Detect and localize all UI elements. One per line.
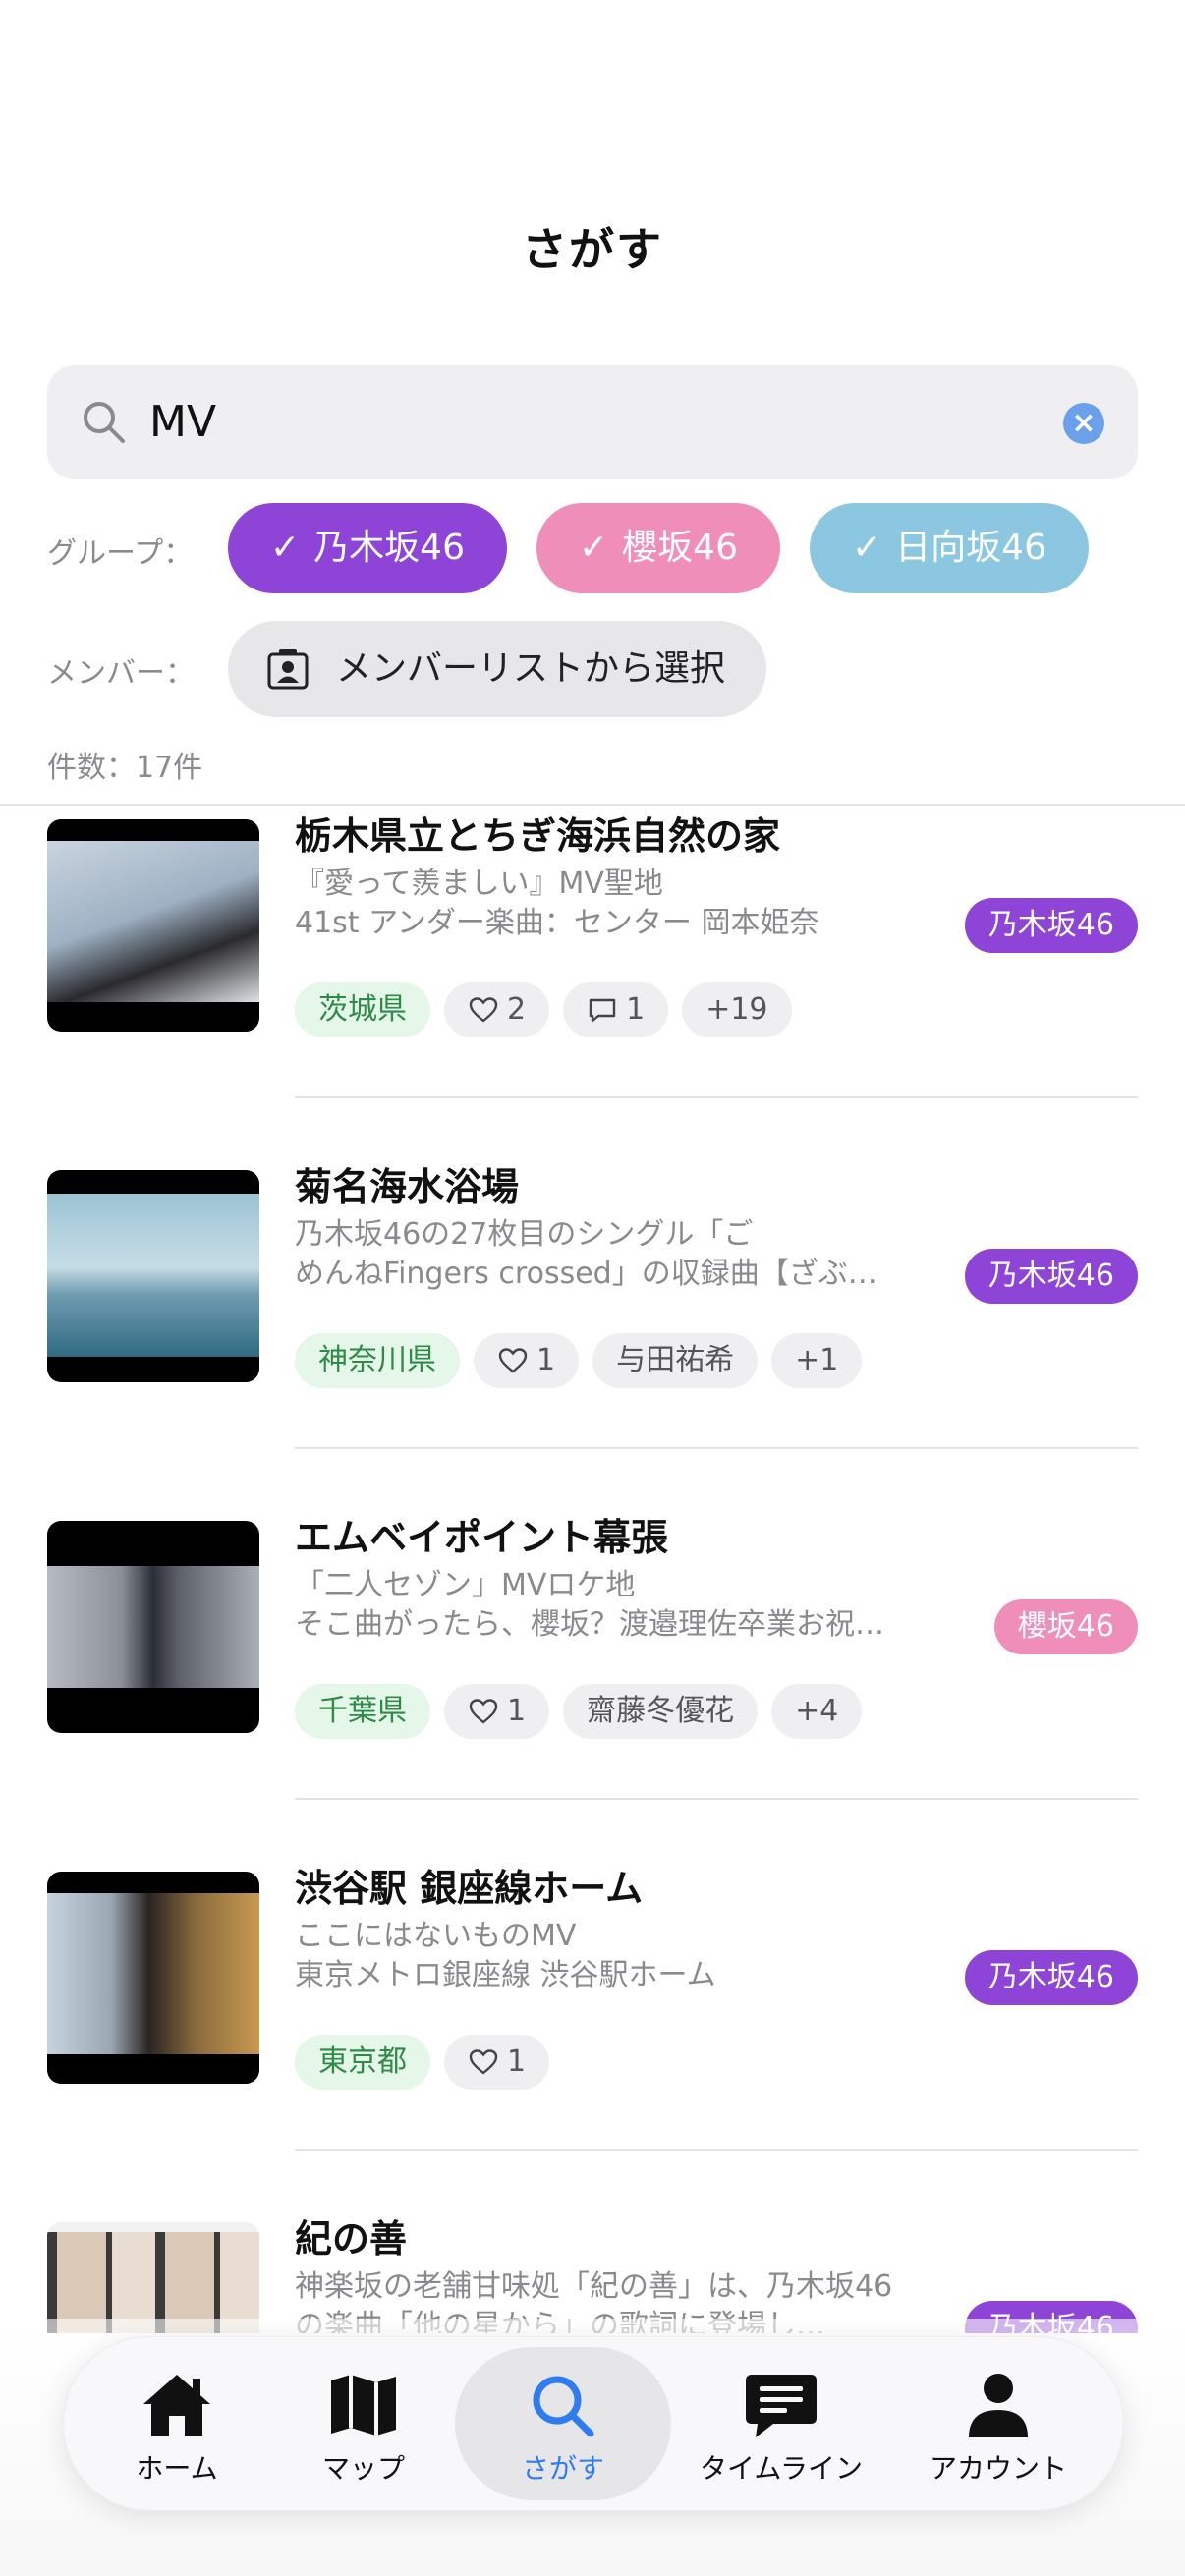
- group-badge: 乃木坂46: [964, 1249, 1138, 1304]
- more-members-tag[interactable]: +1: [771, 1333, 863, 1388]
- location-thumbnail: [47, 1521, 259, 1733]
- group-chip-sakurazaka[interactable]: ✓ 櫻坂46: [536, 503, 780, 593]
- like-count[interactable]: 2: [444, 982, 550, 1037]
- location-description: ここにはないものMV 東京メトロ銀座線 渋谷駅ホーム: [295, 1919, 716, 1992]
- member-list-button[interactable]: メンバーリストから選択: [228, 621, 766, 717]
- tab-timeline[interactable]: タイムライン: [683, 2337, 879, 2510]
- more-members-tag[interactable]: +4: [771, 1684, 863, 1739]
- prefecture-tag: 東京都: [295, 2035, 430, 2090]
- map-icon: [331, 2375, 396, 2436]
- more-members-tag[interactable]: +19: [682, 982, 792, 1037]
- chat-icon: [746, 2375, 817, 2437]
- group-badge: 櫻坂46: [993, 1599, 1138, 1654]
- location-name: 菊名海水浴場: [295, 1165, 520, 1208]
- heart-icon: [469, 997, 498, 1023]
- person-icon: [969, 2374, 1028, 2437]
- tab-home[interactable]: ホーム: [103, 2337, 251, 2510]
- group-chip-hinatazaka[interactable]: ✓ 日向坂46: [810, 503, 1089, 593]
- list-item[interactable]: 渋谷駅 銀座線ホーム ここにはないものMV 東京メトロ銀座線 渋谷駅ホーム 乃木…: [0, 1858, 1185, 2209]
- result-count: 件数：17件: [47, 751, 203, 785]
- like-count[interactable]: 1: [474, 1333, 580, 1388]
- member-filter-label: メンバー：: [47, 656, 195, 691]
- tab-map[interactable]: マップ: [290, 2337, 437, 2510]
- check-icon: ✓: [579, 528, 609, 568]
- bottom-tab-bar: ホーム マップ さがす タイムライン アカウント: [63, 2336, 1124, 2511]
- tab-account[interactable]: アカウント: [905, 2337, 1092, 2510]
- location-name: 渋谷駅 銀座線ホーム: [295, 1867, 644, 1910]
- prefecture-tag: 茨城県: [295, 982, 430, 1037]
- location-thumbnail: [47, 2222, 259, 2333]
- search-value: MV: [149, 397, 217, 447]
- divider: [295, 1096, 1138, 1098]
- comment-count[interactable]: 1: [563, 982, 669, 1037]
- like-count[interactable]: 1: [444, 2035, 550, 2090]
- divider: [295, 1798, 1138, 1800]
- divider: [295, 2149, 1138, 2151]
- home-icon: [143, 2375, 210, 2436]
- member-tag[interactable]: 与田祐希: [592, 1333, 759, 1388]
- location-thumbnail: [47, 1872, 259, 2084]
- search-icon: [533, 2376, 594, 2437]
- list-item[interactable]: 紀の善 神楽坂の老舗甘味処「紀の善」は、乃木坂46 の楽曲「他の星から」の歌詞に…: [0, 2209, 1185, 2333]
- divider: [295, 1447, 1138, 1449]
- prefecture-tag: 神奈川県: [295, 1333, 460, 1388]
- group-badge: 乃木坂46: [964, 1950, 1138, 2005]
- comment-icon: [589, 998, 616, 1023]
- list-item[interactable]: 菊名海水浴場 乃木坂46の27枚目のシングル「ご めんねFingers cros…: [0, 1156, 1185, 1507]
- results-list[interactable]: 栃木県立とちぎ海浜自然の家 『愛って羨ましい』MV聖地 41st アンダー楽曲：…: [0, 806, 1185, 2333]
- location-name: 紀の善: [295, 2217, 408, 2261]
- location-description: 乃木坂46の27枚目のシングル「ご めんねFingers crossed」の収録…: [295, 1217, 877, 1291]
- search-input[interactable]: MV ×: [47, 365, 1138, 479]
- search-icon: [84, 402, 125, 443]
- page-title: さがす: [522, 223, 663, 276]
- group-chip-nogizaka[interactable]: ✓ 乃木坂46: [228, 503, 507, 593]
- tab-search[interactable]: さがす: [455, 2337, 671, 2510]
- location-name: 栃木県立とちぎ海浜自然の家: [295, 814, 781, 858]
- heart-icon: [498, 1348, 528, 1373]
- location-thumbnail: [47, 819, 259, 1032]
- list-item[interactable]: 栃木県立とちぎ海浜自然の家 『愛って羨ましい』MV聖地 41st アンダー楽曲：…: [0, 806, 1185, 1156]
- list-item[interactable]: エムベイポイント幕張 「二人セゾン」MVロケ地 そこ曲がったら、櫻坂？渡邉理佐卒…: [0, 1507, 1185, 1858]
- group-filter-label: グループ：: [47, 536, 194, 571]
- check-icon: ✓: [852, 528, 882, 568]
- location-thumbnail: [47, 1170, 259, 1382]
- member-list-icon: [267, 649, 309, 690]
- location-description: 『愛って羨ましい』MV聖地 41st アンダー楽曲：センター 岡本姫奈: [295, 867, 819, 940]
- member-tag[interactable]: 齋藤冬優花: [563, 1684, 759, 1739]
- heart-icon: [469, 1699, 498, 1724]
- like-count[interactable]: 1: [444, 1684, 550, 1739]
- location-description: 「二人セゾン」MVロケ地 そこ曲がったら、櫻坂？渡邉理佐卒業お祝い…: [295, 1568, 904, 1642]
- clear-search-icon[interactable]: ×: [1063, 403, 1104, 444]
- prefecture-tag: 千葉県: [295, 1684, 430, 1739]
- group-badge: 乃木坂46: [964, 898, 1138, 953]
- heart-icon: [469, 2049, 498, 2075]
- location-name: エムベイポイント幕張: [295, 1516, 669, 1559]
- check-icon: ✓: [270, 528, 301, 568]
